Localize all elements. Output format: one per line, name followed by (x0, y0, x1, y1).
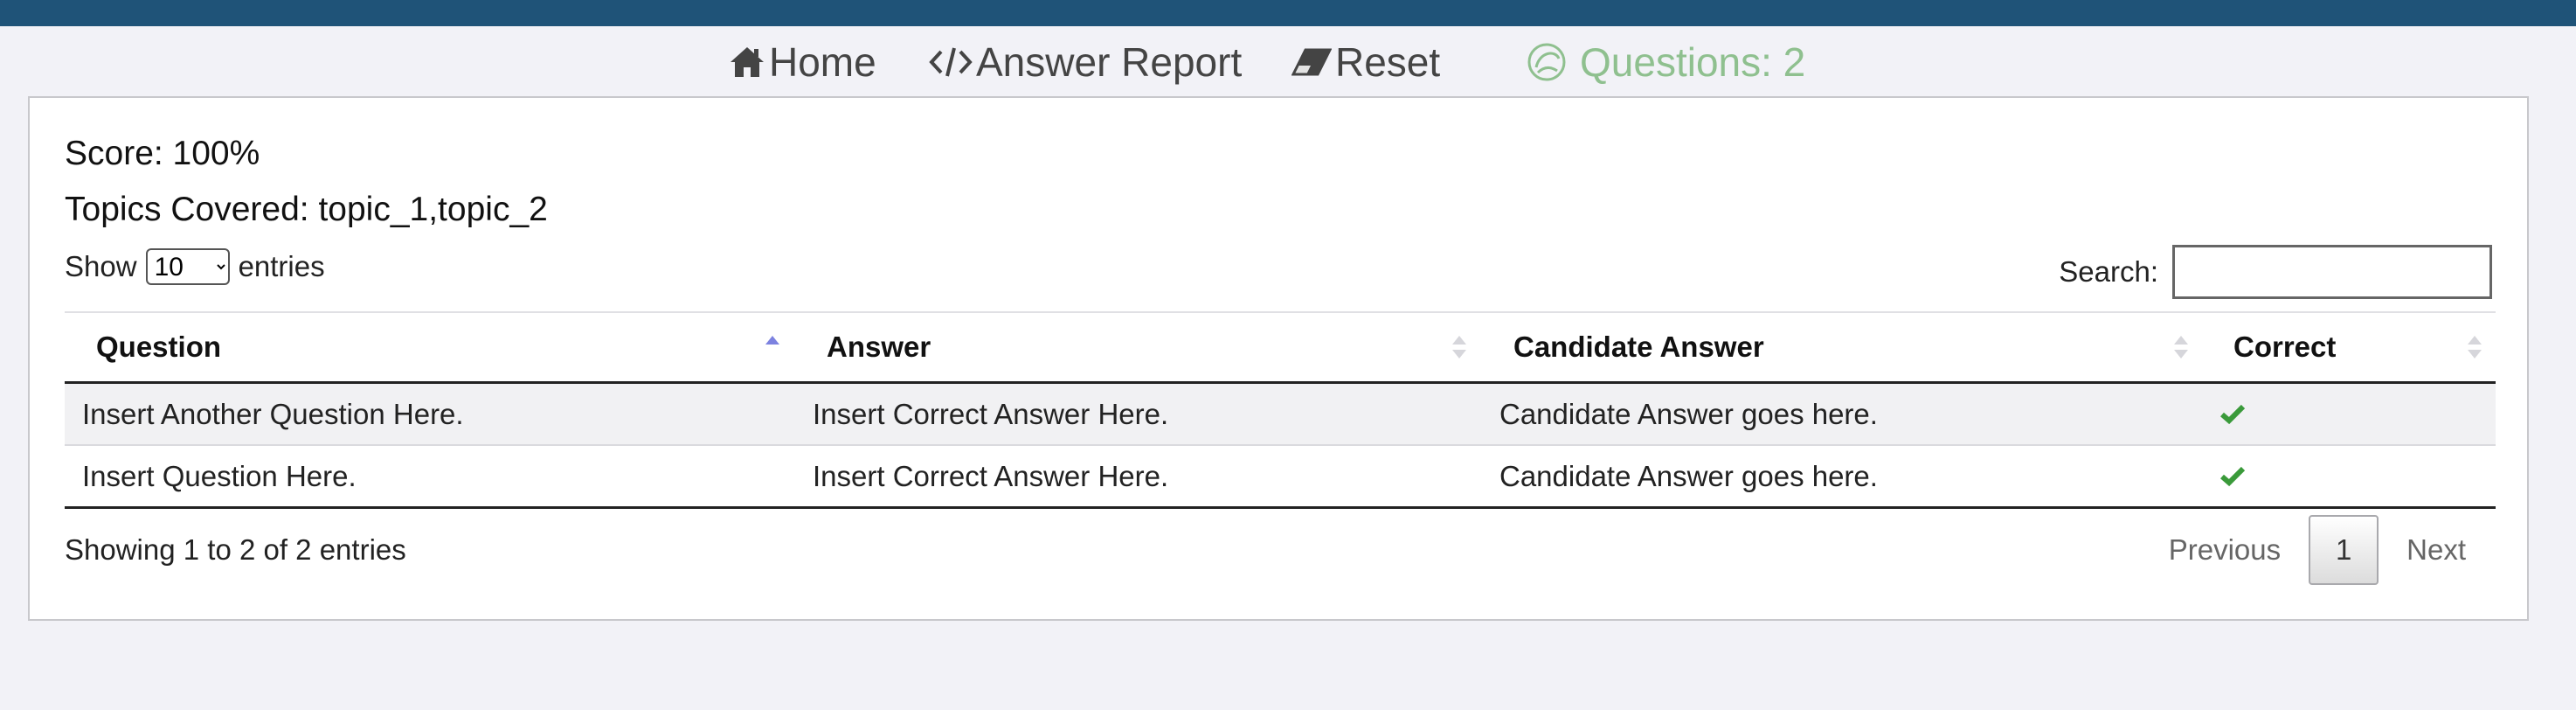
show-label: Show (65, 250, 137, 282)
questions-count: Questions: 2 (1526, 35, 1805, 89)
question-cell: Insert Another Question Here. (82, 397, 464, 430)
questions-count-label: Questions: 2 (1580, 39, 1806, 85)
entries-label: entries (238, 250, 325, 282)
search-input[interactable] (2172, 245, 2492, 299)
table-header: Question Answer Candidate Answer Correct (65, 313, 2496, 384)
answer-cell: Insert Correct Answer Here. (813, 459, 1169, 492)
sort-indicator-answer[interactable] (1452, 313, 1466, 381)
eraser-icon (1291, 46, 1332, 78)
sort-indicator-correct[interactable] (2468, 313, 2482, 381)
table-info: Showing 1 to 2 of 2 entries (65, 533, 406, 566)
question-cell: Insert Question Here. (82, 459, 357, 492)
nav-answer-report-label: Answer Report (976, 39, 1243, 85)
sort-asc-icon (1452, 336, 1466, 345)
candidate-answer-cell: Candidate Answer goes here. (1499, 397, 1878, 430)
candidate-answer-cell: Candidate Answer goes here. (1499, 459, 1878, 492)
column-header-answer[interactable]: Answer (827, 313, 931, 381)
nav-answer-report-link[interactable]: Answer Report (929, 35, 1242, 89)
code-icon (929, 45, 973, 80)
sort-desc-icon (765, 350, 779, 358)
answers-table: Question Answer Candidate Answer Correct (65, 311, 2496, 509)
sort-indicator-question[interactable] (765, 313, 779, 381)
nav-home-label: Home (769, 39, 876, 85)
sort-asc-icon (2174, 336, 2188, 345)
sort-desc-icon (1452, 350, 1466, 358)
sort-asc-icon (765, 336, 779, 345)
search-label: Search: (2059, 255, 2158, 288)
score-text: Score: 100% (65, 135, 260, 172)
top-bar (0, 0, 2576, 26)
answer-cell: Insert Correct Answer Here. (813, 397, 1169, 430)
column-header-question[interactable]: Question (96, 313, 221, 381)
check-icon (2219, 460, 2246, 493)
sort-indicator-candidate-answer[interactable] (2174, 313, 2188, 381)
correct-cell (2219, 446, 2246, 506)
nav-reset-link[interactable]: Reset (1291, 35, 1440, 89)
page-length-select[interactable]: 10 (145, 248, 230, 285)
search-control: Search: (2059, 245, 2492, 299)
topics-text: Topics Covered: topic_1,topic_2 (65, 191, 548, 228)
results-panel: Score: 100% Topics Covered: topic_1,topi… (28, 96, 2529, 621)
sort-asc-icon (2468, 336, 2482, 345)
next-page-button[interactable]: Next (2379, 533, 2494, 567)
previous-page-button[interactable]: Previous (2141, 533, 2309, 567)
nav-home-link[interactable]: Home (729, 35, 876, 89)
column-header-correct[interactable]: Correct (2233, 313, 2336, 381)
home-icon (729, 45, 765, 79)
column-header-candidate-answer[interactable]: Candidate Answer (1513, 313, 1764, 381)
top-nav: Home Answer Report Reset Questions: 2 (0, 35, 2576, 89)
check-icon (2219, 398, 2246, 431)
logo-icon (1526, 41, 1568, 83)
page-length-control: Show 10 entries (65, 247, 325, 287)
table-row: Insert Another Question Here. Insert Cor… (65, 384, 2496, 446)
pagination: Previous 1 Next (2141, 514, 2494, 586)
sort-desc-icon (2174, 350, 2188, 358)
page-1-button[interactable]: 1 (2309, 515, 2379, 585)
table-row: Insert Question Here. Insert Correct Ans… (65, 446, 2496, 509)
correct-cell (2219, 384, 2246, 444)
nav-reset-label: Reset (1335, 39, 1441, 85)
sort-desc-icon (2468, 350, 2482, 358)
